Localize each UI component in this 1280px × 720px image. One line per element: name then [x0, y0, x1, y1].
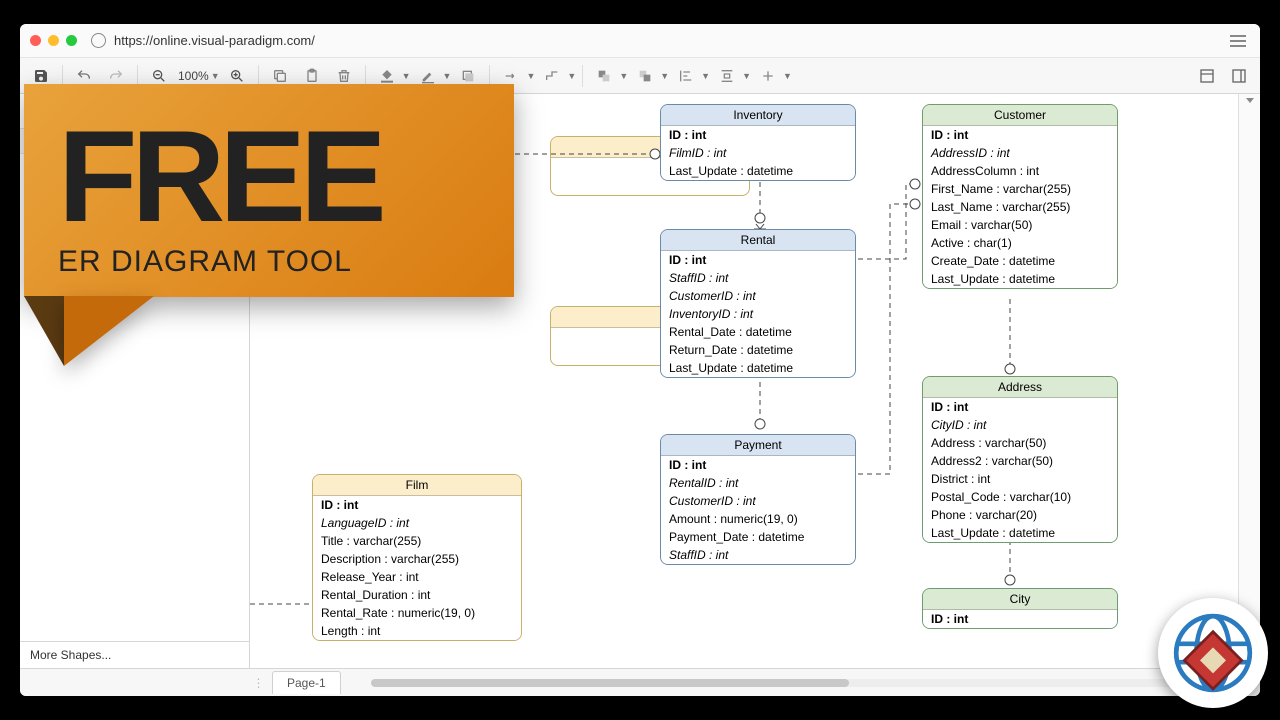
more-shapes-button[interactable]: More Shapes... [20, 641, 249, 668]
entity-customer[interactable]: Customer ID : intAddressID : intAddressC… [922, 104, 1118, 289]
address-bar[interactable]: https://online.visual-paradigm.com/ [114, 33, 1216, 48]
entity-column[interactable]: District : int [923, 470, 1117, 488]
add-icon[interactable] [753, 62, 783, 90]
entity-column[interactable]: AddressID : int [923, 144, 1117, 162]
entity-column[interactable]: Email : varchar(50) [923, 216, 1117, 234]
page-tab[interactable]: Page-1 [272, 671, 341, 694]
promo-banner: FREE ER DIAGRAM TOOL [24, 84, 514, 366]
right-rail[interactable] [1238, 94, 1260, 668]
entity-rental[interactable]: Rental ID : intStaffID : intCustomerID :… [660, 229, 856, 378]
entity-column[interactable]: Last_Update : datetime [923, 524, 1117, 542]
entity-column[interactable]: AddressColumn : int [923, 162, 1117, 180]
entity-column[interactable]: Active : char(1) [923, 234, 1117, 252]
entity-column[interactable]: Phone : varchar(20) [923, 506, 1117, 524]
menu-icon[interactable] [1226, 31, 1250, 51]
entity-column[interactable]: Return_Date : datetime [661, 341, 855, 359]
chevron-down-icon[interactable] [1246, 98, 1254, 103]
banner-subtitle: ER DIAGRAM TOOL [58, 245, 480, 279]
entity-column[interactable]: StaffID : int [661, 269, 855, 287]
chevron-down-icon[interactable]: ▼ [660, 71, 669, 81]
to-front-icon[interactable] [589, 62, 619, 90]
entity-column[interactable]: ID : int [661, 251, 855, 269]
entity-column[interactable]: Rental_Date : datetime [661, 323, 855, 341]
chevron-down-icon[interactable]: ▼ [211, 71, 220, 81]
close-icon[interactable] [30, 35, 41, 46]
entity-column[interactable]: Rental_Duration : int [313, 586, 521, 604]
entity-column[interactable]: Rental_Rate : numeric(19, 0) [313, 604, 521, 622]
entity-address[interactable]: Address ID : intCityID : intAddress : va… [922, 376, 1118, 543]
maximize-icon[interactable] [66, 35, 77, 46]
entity-payment[interactable]: Payment ID : intRentalID : intCustomerID… [660, 434, 856, 565]
minimize-icon[interactable] [48, 35, 59, 46]
entity-column[interactable]: StaffID : int [661, 546, 855, 564]
entity-city[interactable]: City ID : int [922, 588, 1118, 629]
chevron-down-icon[interactable]: ▼ [567, 71, 576, 81]
entity-column[interactable]: InventoryID : int [661, 305, 855, 323]
chevron-down-icon[interactable]: ▼ [443, 71, 452, 81]
brand-logo [1158, 598, 1268, 708]
entity-column[interactable]: ID : int [661, 456, 855, 474]
globe-diamond-icon [1167, 607, 1259, 699]
entity-column[interactable]: Last_Update : datetime [923, 270, 1117, 288]
entity-column[interactable]: Description : varchar(255) [313, 550, 521, 568]
distribute-icon[interactable] [712, 62, 742, 90]
entity-column[interactable]: Last_Update : datetime [661, 359, 855, 377]
entity-title: Inventory [661, 105, 855, 126]
footer: ⋮ Page-1 [20, 668, 1260, 696]
chevron-down-icon[interactable]: ▼ [783, 71, 792, 81]
entity-title: Customer [923, 105, 1117, 126]
entity-column[interactable]: Title : varchar(255) [313, 532, 521, 550]
horizontal-scrollbar[interactable] [371, 679, 1240, 687]
entity-column[interactable]: Release_Year : int [313, 568, 521, 586]
entity-column[interactable]: Length : int [313, 622, 521, 640]
entity-column[interactable]: Address2 : varchar(50) [923, 452, 1117, 470]
format-panel-icon[interactable] [1192, 62, 1222, 90]
entity-column[interactable]: Create_Date : datetime [923, 252, 1117, 270]
entity-column[interactable]: Amount : numeric(19, 0) [661, 510, 855, 528]
page-grip-icon[interactable]: ⋮ [252, 676, 266, 690]
entity-column[interactable]: Last_Name : varchar(255) [923, 198, 1117, 216]
entity-film[interactable]: Film ID : intLanguageID : intTitle : var… [312, 474, 522, 641]
align-icon[interactable] [671, 62, 701, 90]
waypoint-icon[interactable] [537, 62, 567, 90]
chevron-down-icon[interactable]: ▼ [526, 71, 535, 81]
chevron-down-icon[interactable]: ▼ [402, 71, 411, 81]
banner-title: FREE [58, 118, 480, 235]
chevron-down-icon[interactable]: ▼ [619, 71, 628, 81]
entity-column[interactable]: FilmID : int [661, 144, 855, 162]
chevron-down-icon[interactable]: ▼ [701, 71, 710, 81]
entity-column[interactable]: CustomerID : int [661, 287, 855, 305]
entity-column[interactable]: ID : int [923, 398, 1117, 416]
to-back-icon[interactable] [630, 62, 660, 90]
entity-column[interactable]: ID : int [313, 496, 521, 514]
entity-column[interactable]: ID : int [923, 610, 1117, 628]
window-controls [30, 35, 77, 46]
entity-column[interactable]: CustomerID : int [661, 492, 855, 510]
entity-title: Address [923, 377, 1117, 398]
entity-column[interactable]: Last_Update : datetime [661, 162, 855, 180]
chevron-down-icon[interactable]: ▼ [742, 71, 751, 81]
zoom-level[interactable]: 100% [176, 69, 211, 83]
entity-title: Payment [661, 435, 855, 456]
entity-column[interactable]: Postal_Code : varchar(10) [923, 488, 1117, 506]
outline-panel-icon[interactable] [1224, 62, 1254, 90]
entity-column[interactable]: Payment_Date : datetime [661, 528, 855, 546]
entity-column[interactable]: RentalID : int [661, 474, 855, 492]
entity-column[interactable]: First_Name : varchar(255) [923, 180, 1117, 198]
entity-column[interactable]: LanguageID : int [313, 514, 521, 532]
entity-title: Film [313, 475, 521, 496]
entity-column[interactable]: CityID : int [923, 416, 1117, 434]
title-bar: https://online.visual-paradigm.com/ [20, 24, 1260, 58]
entity-title: City [923, 589, 1117, 610]
entity-column[interactable]: Address : varchar(50) [923, 434, 1117, 452]
site-info-icon[interactable] [91, 33, 106, 48]
entity-inventory[interactable]: Inventory ID : intFilmID : intLast_Updat… [660, 104, 856, 181]
entity-column[interactable]: ID : int [661, 126, 855, 144]
entity-column[interactable]: ID : int [923, 126, 1117, 144]
entity-title: Rental [661, 230, 855, 251]
